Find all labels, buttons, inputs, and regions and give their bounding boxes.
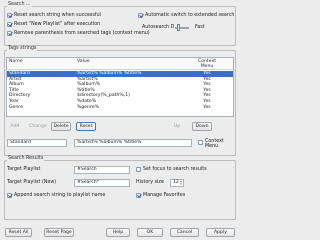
append-search-string-label: Append search string to playlist name: [14, 192, 106, 198]
manage-favorites-checkbox[interactable]: [136, 193, 141, 198]
manage-favorites-label: Manage Favorites: [143, 192, 186, 198]
search-group-title: Search ...: [7, 2, 32, 8]
reset-page-button[interactable]: Reset Page: [44, 228, 74, 237]
reset-search-string-checkbox[interactable]: [7, 13, 12, 18]
history-size-spinbox[interactable]: 12 ▴ ▾: [170, 179, 184, 187]
target-playlist-new-input[interactable]: #Search*: [74, 179, 130, 187]
down-button[interactable]: Down: [192, 122, 212, 131]
autosearch-slider-thumb[interactable]: [177, 24, 180, 31]
results-group-title: Search Results: [7, 156, 45, 162]
reset-button[interactable]: Reset: [76, 122, 96, 131]
target-playlist-label: Target Playlist: [7, 167, 41, 172]
ok-button[interactable]: OK: [137, 228, 163, 237]
add-button[interactable]: Add: [7, 123, 23, 132]
tag-name-input[interactable]: Standard: [7, 139, 67, 147]
reset-new-playlist-checkbox[interactable]: [7, 22, 12, 27]
up-button[interactable]: Up: [170, 123, 184, 132]
auto-switch-extended-label: Automatic switch to extended search: [145, 12, 235, 18]
set-focus-label: Set focus to search results: [143, 166, 207, 172]
spin-arrows-icon[interactable]: ▴ ▾: [179, 180, 183, 186]
context-menu-label: Context Menu: [205, 139, 224, 149]
delete-button[interactable]: Delete: [51, 122, 71, 131]
row-name: Genre: [9, 104, 23, 110]
row-value: %genre%: [77, 104, 99, 110]
set-focus-checkbox[interactable]: [136, 167, 141, 172]
row-context: Yes: [203, 104, 211, 110]
cancel-button[interactable]: Cancel: [170, 228, 199, 237]
tags-table-header: Name Value Context Menu: [7, 58, 233, 70]
auto-switch-extended-checkbox[interactable]: [138, 13, 143, 18]
change-button[interactable]: Change: [27, 123, 49, 132]
target-playlist-input[interactable]: #Search: [74, 166, 130, 174]
append-search-string-checkbox[interactable]: [7, 193, 12, 198]
reset-new-playlist-label: Reset "New Playlist" after execution: [14, 21, 101, 27]
column-header-name[interactable]: Name: [9, 59, 23, 64]
remove-parentheses-checkbox[interactable]: [7, 31, 12, 36]
target-playlist-new-label: Target Playlist (New): [7, 180, 57, 185]
column-header-value[interactable]: Value: [77, 59, 90, 64]
reset-all-button[interactable]: Reset All: [5, 228, 32, 237]
apply-button[interactable]: Apply: [206, 228, 235, 237]
help-button[interactable]: Help: [106, 228, 130, 237]
tag-value-input[interactable]: %artist% %album% %title%: [74, 139, 192, 147]
history-size-label: History size: [136, 180, 164, 185]
tags-group-title: Tags strings: [7, 46, 38, 52]
history-size-value: 12: [173, 180, 179, 185]
column-header-context[interactable]: Context Menu: [197, 59, 217, 69]
remove-parentheses-label: Remove parenthesis from searched tags (c…: [14, 30, 150, 36]
autosearch-value: Fast: [195, 25, 205, 30]
table-row[interactable]: Genre %genre% Yes: [7, 105, 233, 111]
tags-table[interactable]: Name Value Context Menu Standard %artist%…: [6, 57, 234, 117]
autosearch-label: Autosearch D: [142, 25, 175, 30]
context-menu-checkbox[interactable]: [198, 140, 203, 145]
reset-search-string-label: Reset search string when successful: [14, 12, 101, 18]
